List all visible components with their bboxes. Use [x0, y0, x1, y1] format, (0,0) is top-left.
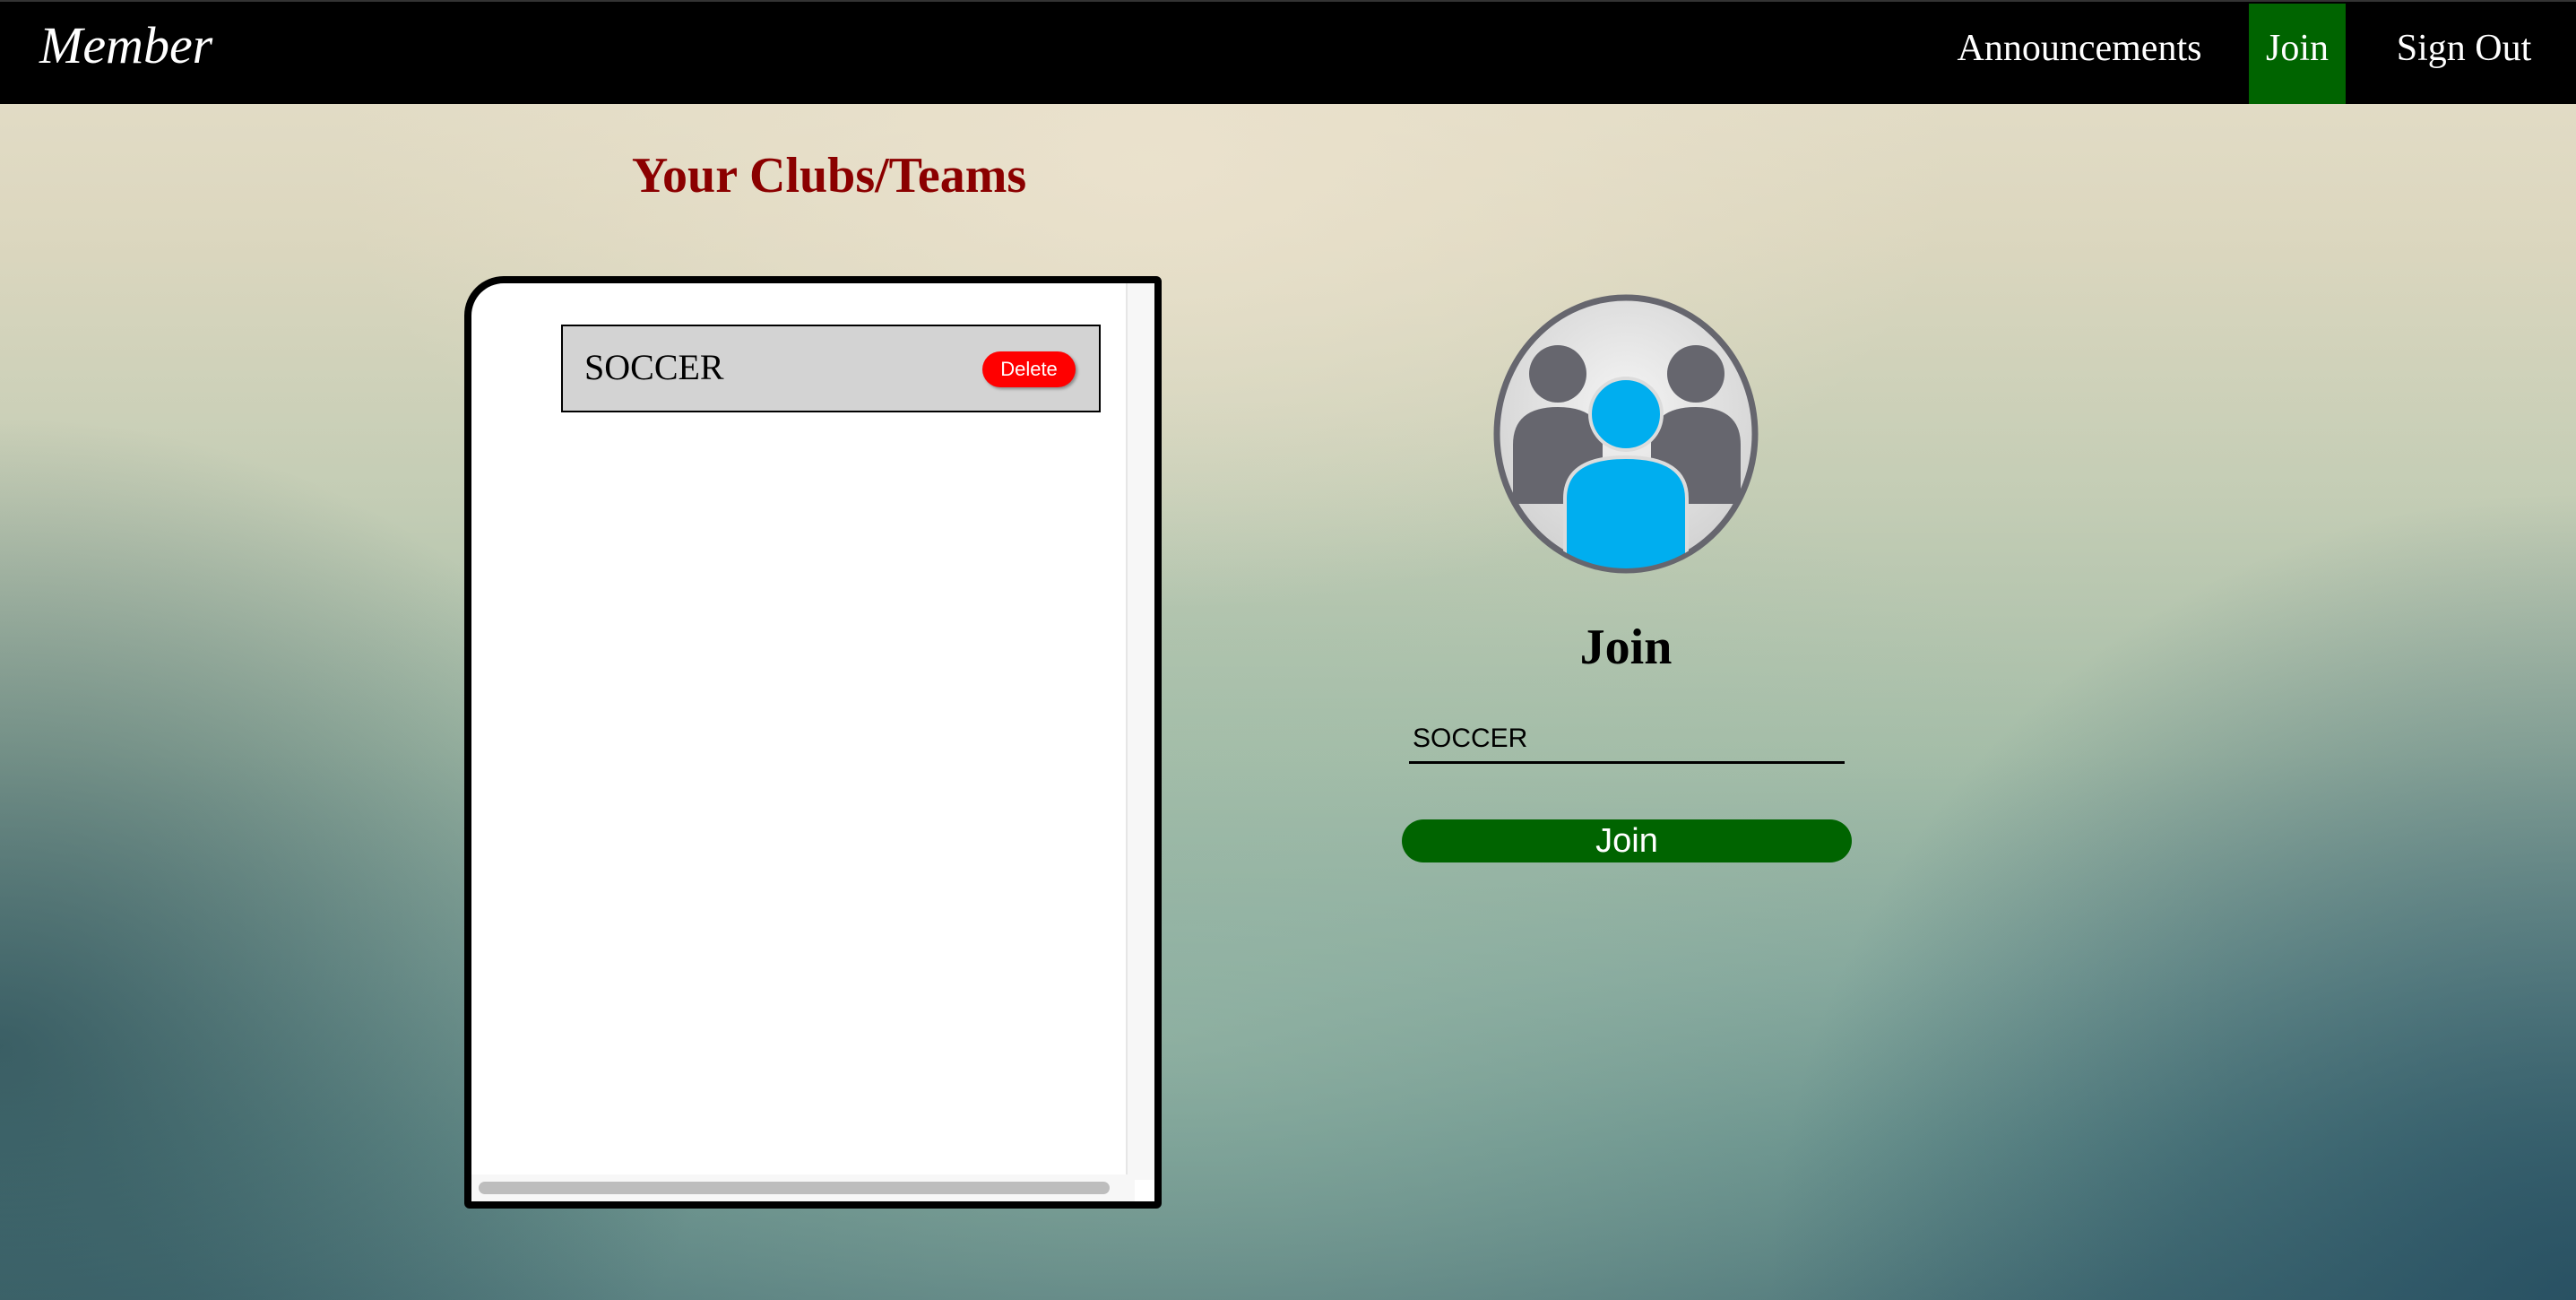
- delete-button[interactable]: Delete: [982, 351, 1076, 387]
- clubs-title: Your Clubs/Teams: [631, 148, 1027, 204]
- nav-join[interactable]: Join: [2249, 4, 2346, 104]
- horizontal-scrollbar[interactable]: [479, 1182, 1110, 1194]
- join-heading: Join: [1579, 620, 1673, 675]
- brand-title: Member: [39, 16, 213, 74]
- nav-sign-out[interactable]: Sign Out: [2379, 4, 2549, 104]
- club-code-input[interactable]: [1409, 715, 1845, 764]
- background-vignette-right: [1590, 104, 2576, 1300]
- nav-announcements[interactable]: Announcements: [1945, 4, 2214, 104]
- top-navbar: Member Announcements Join Sign Out: [0, 0, 2576, 104]
- clubs-list: SOCCER Delete: [464, 276, 1162, 1209]
- group-icon: [1491, 292, 1760, 576]
- club-name: SOCCER: [584, 347, 724, 387]
- club-list-item: SOCCER Delete: [561, 325, 1101, 412]
- join-button[interactable]: Join: [1402, 819, 1852, 862]
- vertical-scrollbar[interactable]: [1126, 283, 1154, 1180]
